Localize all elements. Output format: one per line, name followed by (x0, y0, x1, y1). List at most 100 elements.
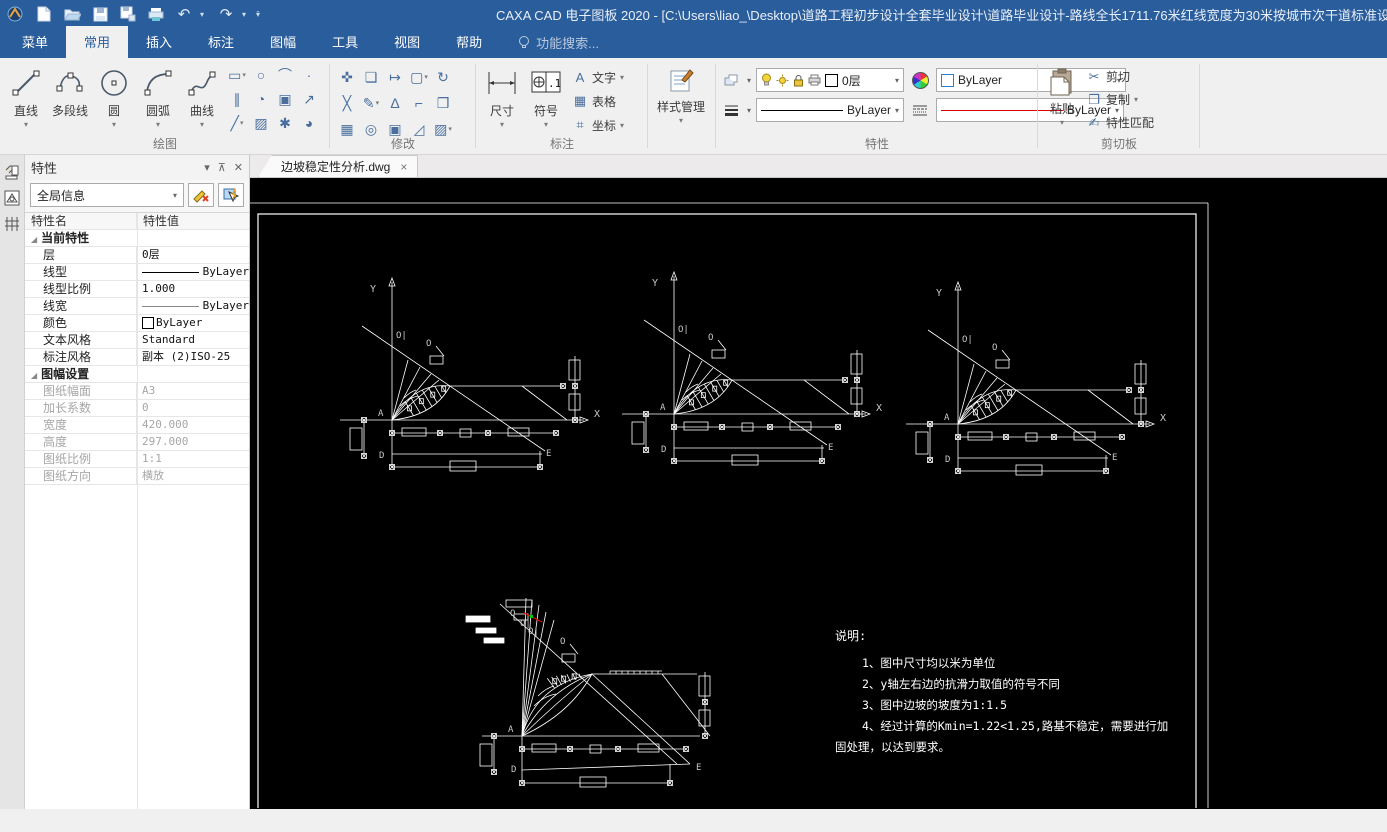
polyline-tool-icon (56, 72, 83, 92)
area-tool-icon[interactable]: ◕ (298, 112, 320, 134)
dashed-box-tool-icon[interactable]: ▢ ▾ (408, 66, 430, 88)
paste-button[interactable]: 粘贴 ▾ (1042, 62, 1082, 136)
menu-bar: 菜单 常用 插入 标注 图幅 工具 视图 帮助 功能搜索... (0, 26, 1387, 58)
block-tool-icon[interactable]: ✱ (274, 112, 296, 134)
style-manager-button[interactable]: 样式管理 ▾ (652, 62, 710, 136)
selection-scope-combobox[interactable]: 全局信息 ▾ (30, 183, 184, 207)
save-icon[interactable] (88, 3, 112, 25)
hatch-line-tool-icon[interactable]: ╱ ▾ (226, 112, 248, 134)
properties-table: 特性名 特性值 ◢ 当前特性层 0层 线型 ByLayer 线型比例 1.000 线宽 ByLaye… (25, 212, 249, 809)
cut-button[interactable]: ✂ 剪切 (1082, 66, 1158, 87)
layer-tool-icon[interactable] (720, 69, 742, 91)
menu-tab-5[interactable]: 工具 (314, 26, 376, 58)
curve-segment-tool-icon[interactable]: ⌒ (274, 64, 296, 86)
color-wheel-icon[interactable] (909, 69, 931, 91)
linetype-dropdown-icon[interactable]: ▾ (895, 106, 899, 115)
redo-dropdown-icon[interactable]: ▾ (242, 10, 252, 19)
stretch-tool-icon[interactable]: ⌐ (408, 92, 430, 114)
parallel-line-tool-icon[interactable]: ∥ (226, 88, 248, 110)
extend-tool-icon[interactable]: ↦ (384, 66, 406, 88)
symbol-tool-button[interactable]: .1 符号 ▾ (524, 62, 568, 136)
rectangle-tool-icon[interactable]: ▭ ▾ (226, 64, 248, 86)
collapse-triangle-icon[interactable]: ◢ (31, 371, 37, 380)
title-bar: ↶ ▾ ↷ ▾ ▾̄ CAXA CAD 电子图板 2020 - [C:\User… (0, 0, 1387, 28)
palette-collapse-icon[interactable]: ▾ (204, 161, 210, 174)
coordinate-tool-button[interactable]: ⌗ 坐标 ▾ (568, 114, 628, 136)
customize-qat-icon[interactable]: ▾̄ (256, 10, 266, 19)
palette-pin-icon[interactable]: ⊼ (218, 161, 226, 174)
ribbon-group-annotate: 尺寸 ▾ .1 符号 ▾ A 文字 ▾ ▦ 表格 ⌗ 坐标 ▾ 标注 (476, 58, 648, 154)
mirror-tool-icon[interactable]: Δ (384, 92, 406, 114)
function-search[interactable]: 功能搜索... (518, 33, 599, 58)
svg-text:D: D (945, 455, 950, 465)
svg-text:D: D (379, 451, 384, 461)
document-tab[interactable]: 边坡稳定性分析.dwg × (258, 155, 419, 177)
undo-dropdown-icon[interactable]: ▾ (200, 10, 210, 19)
dimension-tool-button[interactable]: 尺寸 ▾ (480, 62, 524, 136)
linetype-rich-icon[interactable] (909, 99, 931, 121)
redo-icon[interactable]: ↷ (214, 3, 238, 25)
menu-tab-7[interactable]: 帮助 (438, 26, 500, 58)
open-file-icon[interactable] (60, 3, 84, 25)
arc-tool-button[interactable]: 圆弧 ▾ (136, 62, 180, 136)
menu-tab-0[interactable]: 菜单 (4, 26, 66, 58)
text-tool-button[interactable]: A 文字 ▾ (568, 66, 628, 88)
match-properties-button[interactable]: ✍ 特性匹配 (1082, 112, 1158, 133)
style-manager-icon (670, 69, 694, 92)
layer-combobox[interactable]: 0层 ▾ (756, 68, 905, 92)
selection-scope-dropdown-icon[interactable]: ▾ (173, 191, 177, 200)
frame-tool-icon[interactable]: ❏ (360, 66, 382, 88)
lineweight-icon[interactable] (720, 99, 742, 121)
axis-tool-icon[interactable]: ▣ (274, 88, 296, 110)
save-as-icon[interactable] (116, 3, 140, 25)
line-tool-button[interactable]: 直线 ▾ (4, 62, 48, 136)
style-manager-label: 样式管理 (656, 100, 705, 114)
copy-button[interactable]: ❐ 复制 ▾ (1082, 89, 1158, 110)
quick-select-button[interactable] (218, 183, 244, 207)
svg-text:O: O (510, 609, 515, 619)
rotate-tool-icon[interactable]: ↻ (432, 66, 454, 88)
style-manager-dropdown-icon[interactable]: ▾ (679, 116, 683, 125)
paste-dropdown-icon[interactable]: ▾ (1060, 118, 1064, 127)
app-logo-icon[interactable] (2, 3, 28, 25)
trim-tool-icon[interactable]: ╳ (336, 92, 358, 114)
circle-tool-button[interactable]: 圆 ▾ (92, 62, 136, 136)
paste-label: 粘贴 (1049, 102, 1074, 116)
paste-icon (1050, 68, 1072, 96)
new-file-icon[interactable] (32, 3, 56, 25)
menu-tab-3[interactable]: 标注 (190, 26, 252, 58)
grid-palette-icon[interactable] (3, 215, 21, 233)
fill-hatch-tool-icon[interactable]: ▨ (250, 112, 272, 134)
polyline-tool-button[interactable]: 多段线 (48, 62, 92, 136)
collapse-triangle-icon[interactable]: ◢ (31, 235, 37, 244)
edit-cancel-button[interactable] (188, 183, 214, 207)
ellipse-tool-icon[interactable]: ○ (250, 64, 272, 86)
svg-text:O: O (708, 333, 713, 343)
point-tool-icon[interactable]: · (298, 64, 320, 86)
undo-icon[interactable]: ↶ (172, 3, 196, 25)
edit-pencil-tool-icon[interactable]: ✎ ▾ (360, 92, 382, 114)
layer-tool-dropdown-icon[interactable]: ▾ (747, 76, 751, 85)
layer-dropdown-icon[interactable]: ▾ (895, 76, 899, 85)
palette-close-icon[interactable]: ✕ (234, 161, 243, 174)
menu-tab-6[interactable]: 视图 (376, 26, 438, 58)
svg-text:3、图中边坡的坡度为1:1.5: 3、图中边坡的坡度为1:1.5 (862, 698, 1007, 712)
menu-tab-4[interactable]: 图幅 (252, 26, 314, 58)
library-palette-icon[interactable] (3, 189, 21, 207)
print-icon[interactable] (144, 3, 168, 25)
view-tool-icon[interactable]: ❒ (432, 92, 454, 114)
table-tool-button[interactable]: ▦ 表格 (568, 90, 628, 112)
document-tab-close-icon[interactable]: × (400, 160, 407, 174)
leader-arrow-tool-icon[interactable]: ↗ (298, 88, 320, 110)
spline-tool-button[interactable]: 曲线 ▾ (180, 62, 224, 136)
drawing-canvas[interactable]: Y X O| O A D E Y X O| O A D E Y X O| O A D E O O| O| O A D E 说明: 1、图中… (250, 178, 1387, 809)
properties-palette-icon[interactable] (3, 163, 21, 181)
move-tool-icon[interactable]: ✜ (336, 66, 358, 88)
menu-tab-1[interactable]: 常用 (66, 26, 129, 58)
circle-tool-icon (101, 70, 127, 96)
lineweight-dropdown-icon[interactable]: ▾ (747, 106, 751, 115)
linetype-combobox[interactable]: ByLayer ▾ (756, 98, 905, 122)
ribbon-group-properties: ▾ 0层 ▾ ByLayer ▾ ▾ ByLayer ▾ ByLayer ▾ 特… (716, 58, 1127, 154)
region-tool-icon[interactable]: ◔ (250, 88, 272, 110)
menu-tab-2[interactable]: 插入 (128, 26, 190, 58)
